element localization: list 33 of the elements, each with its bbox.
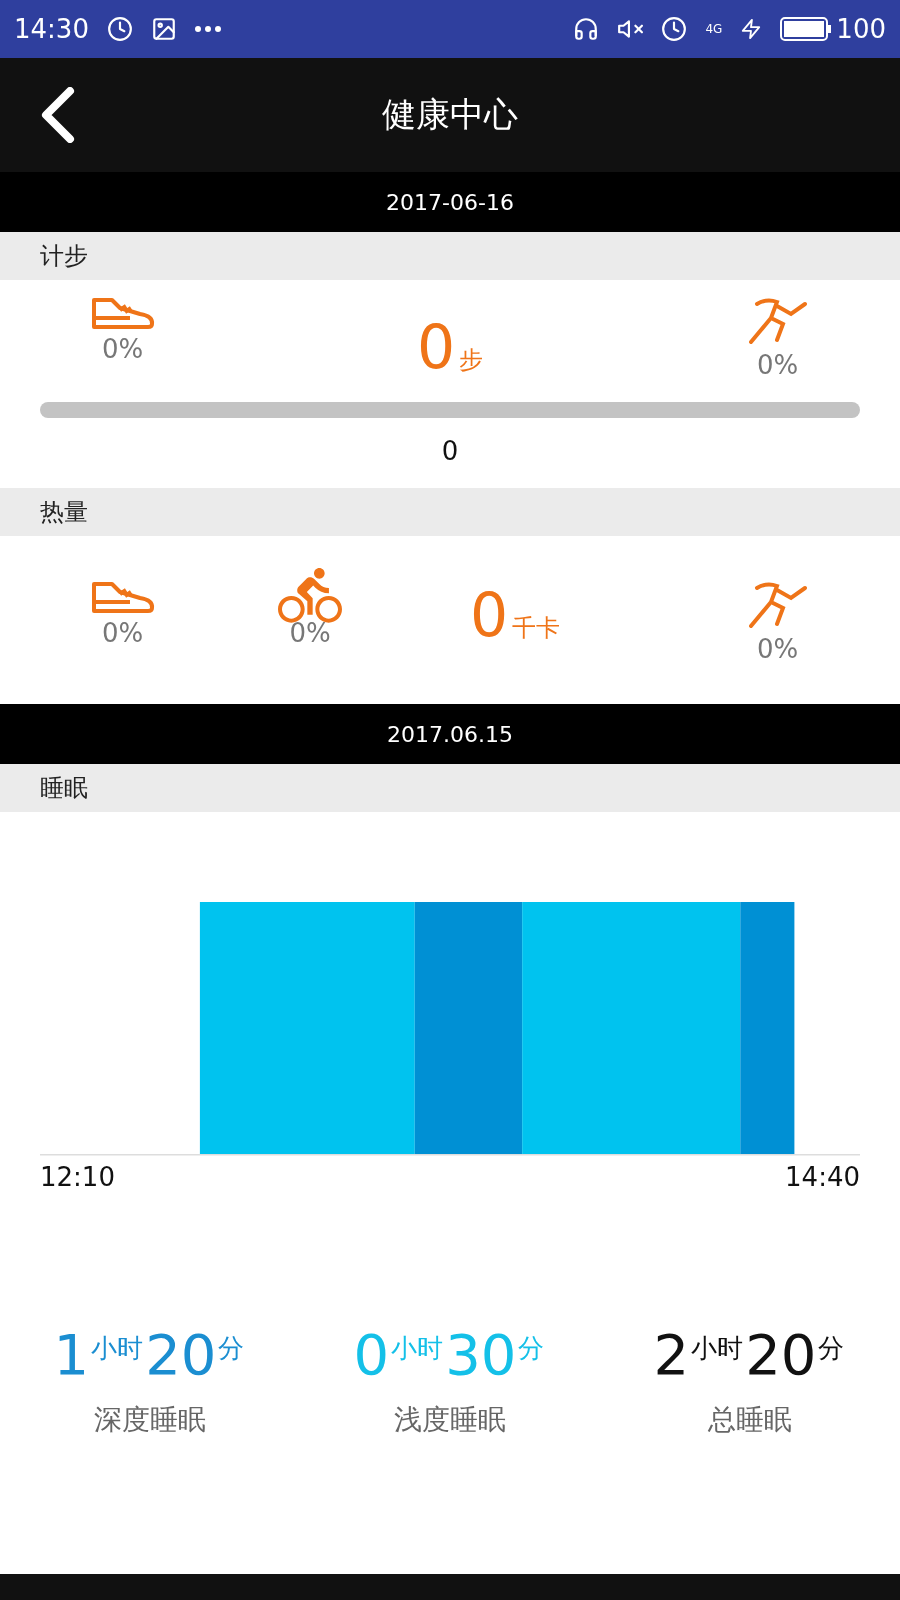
battery-icon: [780, 16, 833, 42]
sleep-label: 深度睡眠: [94, 1402, 206, 1438]
axis-label: 14:40: [785, 1162, 860, 1192]
walk-percent: 0%: [101, 334, 144, 364]
run-percent: 0%: [756, 634, 799, 664]
run-percent: 0%: [756, 350, 799, 380]
runner-icon: [746, 580, 809, 630]
section-header: 睡眠: [0, 764, 900, 812]
battery-level: 100: [836, 14, 886, 44]
bike-percent: 0%: [289, 618, 331, 648]
sleep-label: 总睡眠: [708, 1402, 792, 1438]
progress-value: 0: [440, 436, 460, 466]
runner-icon: [746, 296, 809, 346]
more-icon: [194, 26, 221, 32]
sleep-label: 浅度睡眠: [394, 1402, 506, 1438]
walk-percent: 0%: [101, 618, 144, 648]
page-title: 健康中心: [382, 93, 518, 136]
alarm-icon: [661, 16, 688, 42]
date-bar: 2017.06.15: [0, 704, 900, 764]
date-bar: 2017-06-16: [0, 172, 900, 232]
alarm-icon: [106, 16, 133, 42]
calorie-count: 0 千卡: [469, 580, 561, 650]
section-header: 计步: [0, 232, 900, 280]
sneaker-icon: [89, 580, 156, 614]
network-type: 4G: [705, 22, 723, 36]
axis-label: 12:10: [40, 1162, 115, 1192]
section-header: 热量: [0, 488, 900, 536]
image-icon: [150, 16, 177, 42]
charging-icon: [740, 18, 763, 40]
sneaker-icon: [89, 296, 156, 330]
status-time: 14:30: [14, 14, 89, 44]
headphones-icon: [573, 16, 600, 42]
step-count: 0 步: [416, 312, 484, 382]
